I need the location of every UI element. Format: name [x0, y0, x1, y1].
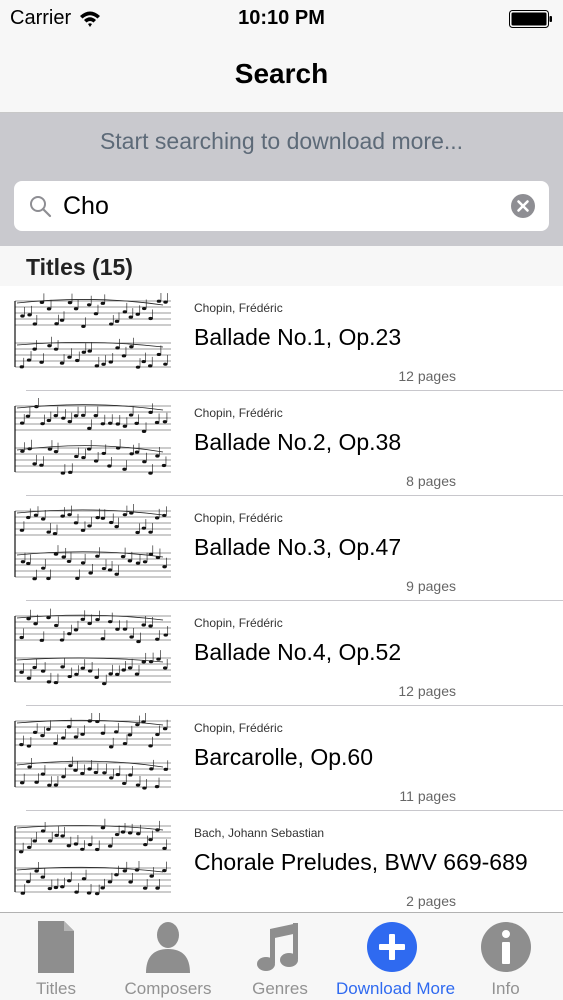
page-count: 9 pages: [406, 578, 456, 594]
tab-info[interactable]: Info: [448, 913, 563, 1000]
list-item[interactable]: Bach, Johann Sebastian Chorale Preludes,…: [0, 811, 563, 912]
tab-titles[interactable]: Titles: [0, 913, 112, 1000]
tab-label: Info: [491, 979, 520, 998]
composer-label: Chopin, Frédéric: [194, 301, 283, 315]
search-area: Start searching to download more...: [0, 113, 563, 246]
title-label: Chorale Preludes, BWV 669-689: [194, 849, 528, 875]
clear-icon[interactable]: [510, 193, 536, 219]
composer-label: Chopin, Frédéric: [194, 511, 283, 525]
composer-label: Chopin, Frédéric: [194, 406, 283, 420]
sheet-music-thumbnail: [14, 504, 171, 581]
page-count: 11 pages: [399, 788, 456, 804]
sheet-music-thumbnail: [14, 293, 171, 369]
title-label: Barcarolle, Op.60: [194, 744, 373, 770]
composer-label: Bach, Johann Sebastian: [194, 826, 325, 840]
page-count: 12 pages: [398, 683, 456, 699]
title-label: Ballade No.3, Op.47: [194, 534, 402, 560]
info-icon: [480, 922, 531, 972]
tab-bar: Titles Composers Genres Download More In…: [0, 912, 563, 1000]
tab-label: Download More: [336, 979, 456, 998]
title-label: Ballade No.1, Op.23: [194, 324, 402, 350]
sheet-music-thumbnail: [14, 818, 171, 896]
tab-genres[interactable]: Genres: [224, 913, 336, 1000]
battery-icon: [509, 10, 552, 28]
search-input[interactable]: [63, 189, 503, 223]
list-item[interactable]: Chopin, Frédéric Ballade No.2, Op.38 8 p…: [0, 391, 563, 496]
list-item[interactable]: Chopin, Frédéric Ballade No.4, Op.52 12 …: [0, 601, 563, 706]
navigation-bar: Search: [0, 40, 563, 113]
composer-label: Chopin, Frédéric: [194, 721, 283, 735]
tab-composers[interactable]: Composers: [112, 913, 224, 1000]
search-icon: [30, 196, 52, 218]
sheet-music-thumbnail: [14, 398, 171, 475]
sheet-music-thumbnail: [14, 608, 171, 686]
title-label: Ballade No.2, Op.38: [194, 429, 402, 455]
page-count: 12 pages: [398, 368, 456, 384]
list-item[interactable]: Chopin, Frédéric Ballade No.1, Op.23 12 …: [0, 286, 563, 391]
list-item[interactable]: Chopin, Frédéric Barcarolle, Op.60 11 pa…: [0, 706, 563, 811]
title-label: Ballade No.4, Op.52: [194, 639, 402, 665]
list-item[interactable]: Chopin, Frédéric Ballade No.3, Op.47 9 p…: [0, 496, 563, 601]
page-count: 8 pages: [406, 473, 456, 489]
composer-label: Chopin, Frédéric: [194, 616, 283, 630]
status-bar: Carrier 10:10 PM: [0, 0, 563, 40]
section-title: Titles (15): [26, 254, 133, 280]
section-header: Titles (15): [0, 246, 563, 286]
results-list: Chopin, Frédéric Ballade No.1, Op.23 12 …: [0, 286, 563, 912]
music-note-icon: [257, 923, 298, 971]
search-box[interactable]: [14, 181, 549, 231]
search-hint: Start searching to download more...: [99, 128, 464, 154]
person-icon: [146, 922, 190, 973]
page-title: Search: [234, 58, 329, 89]
tab-label: Genres: [252, 979, 308, 998]
sheet-music-thumbnail: [14, 713, 171, 790]
tab-download-more[interactable]: Download More: [336, 913, 456, 1000]
tab-label: Titles: [36, 979, 76, 998]
tab-label: Composers: [124, 979, 212, 998]
page-count: 2 pages: [406, 893, 456, 909]
status-time: 10:10 PM: [238, 7, 325, 29]
document-icon: [38, 921, 74, 973]
plus-circle-icon: [367, 922, 417, 972]
